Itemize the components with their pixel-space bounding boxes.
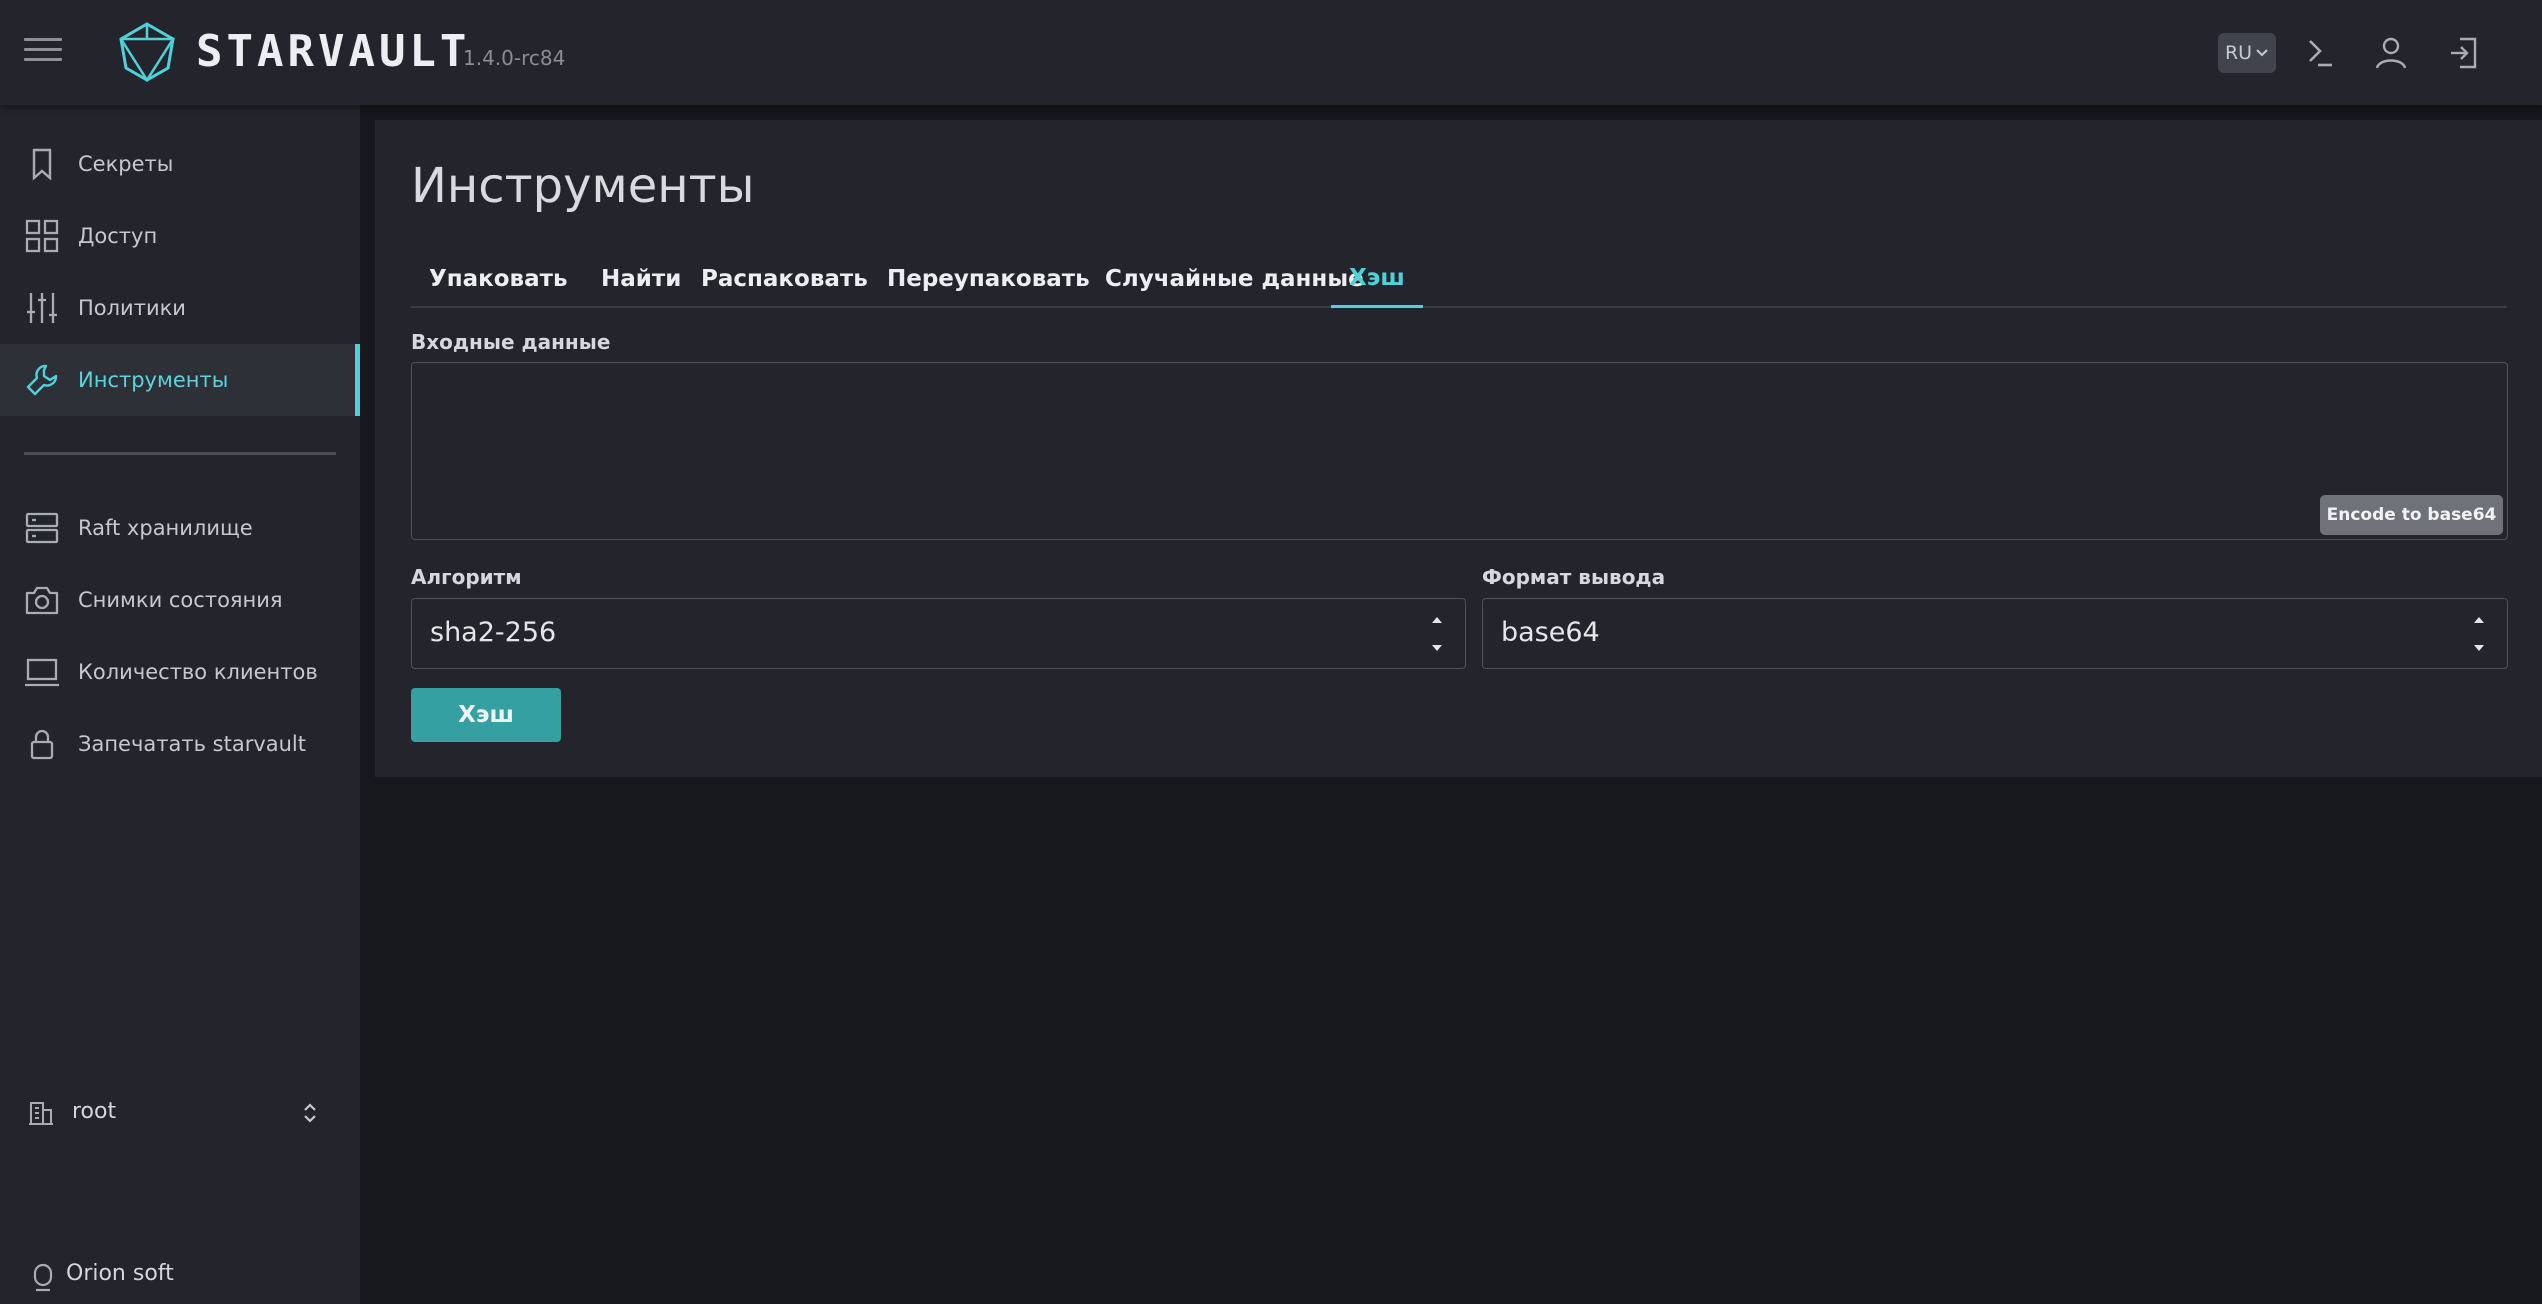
tab-wrap[interactable]: Упаковать — [411, 250, 586, 308]
sidebar-item-label: Доступ — [78, 224, 158, 248]
tools-tabs: Упаковать Найти Распаковать Переупаковат… — [411, 250, 2507, 308]
bookmark-icon — [32, 148, 52, 181]
sidebar-item-access[interactable]: Доступ — [0, 200, 360, 272]
top-bar: STARVAULT 1.4.0-rc84 RU — [0, 0, 2542, 105]
sidebar-item-seal[interactable]: Запечатать starvault — [0, 708, 360, 780]
encode-base64-button[interactable]: Encode to base64 — [2320, 495, 2503, 535]
hash-submit-button[interactable]: Хэш — [411, 688, 561, 742]
sidebar-item-label: Запечатать starvault — [78, 732, 306, 756]
org-icon — [33, 1263, 53, 1292]
chevron-updown-icon — [304, 1103, 316, 1123]
server-icon — [25, 512, 59, 544]
terminal-icon[interactable] — [2300, 33, 2340, 73]
laptop-icon — [25, 658, 59, 687]
sliders-icon — [27, 293, 57, 323]
tab-rewrap[interactable]: Переупаковать — [869, 250, 1108, 308]
logo-icon — [119, 22, 176, 82]
format-label: Формат вывода — [1482, 565, 1666, 589]
select-arrows-icon — [1432, 617, 1442, 651]
sidebar-item-label: Raft хранилище — [78, 516, 253, 540]
namespace-label: root — [72, 1099, 117, 1124]
sidebar-item-label: Снимки состояния — [78, 588, 283, 612]
tab-lookup[interactable]: Найти — [583, 250, 699, 308]
logout-icon[interactable] — [2444, 33, 2484, 73]
sidebar-item-client-count[interactable]: Количество клиентов — [0, 636, 360, 708]
wrench-icon — [26, 364, 58, 396]
language-label: RU — [2224, 42, 2253, 64]
language-selector[interactable]: RU — [2218, 33, 2276, 73]
sidebar-item-snapshots[interactable]: Снимки состояния — [0, 564, 360, 636]
sidebar-item-label: Секреты — [78, 152, 174, 176]
app-name: STARVAULT — [196, 26, 471, 77]
algorithm-select[interactable]: sha2-256 — [411, 598, 1466, 669]
tools-panel: Инструменты Упаковать Найти Распаковать … — [375, 120, 2542, 777]
sidebar-item-policies[interactable]: Политики — [0, 272, 360, 344]
tab-hash[interactable]: Хэш — [1331, 250, 1423, 308]
sidebar-item-label: Политики — [78, 296, 186, 320]
organization-label: Orion soft — [66, 1261, 174, 1286]
sidebar-item-label: Количество клиентов — [78, 660, 318, 684]
format-select[interactable]: base64 — [1482, 598, 2508, 669]
menu-icon[interactable] — [24, 38, 62, 68]
sidebar-item-tools[interactable]: Инструменты — [0, 344, 360, 416]
algorithm-label: Алгоритм — [411, 565, 522, 589]
input-label: Входные данные — [411, 330, 611, 354]
input-textarea[interactable] — [411, 362, 2508, 540]
grid-icon — [25, 219, 59, 253]
tab-unwrap[interactable]: Распаковать — [683, 250, 886, 308]
sidebar-divider — [24, 452, 336, 455]
algorithm-value: sha2-256 — [430, 617, 557, 648]
user-icon[interactable] — [2371, 33, 2411, 73]
building-icon — [29, 1102, 53, 1125]
select-arrows-icon — [2474, 617, 2484, 651]
format-value: base64 — [1501, 617, 1600, 648]
page-title: Инструменты — [411, 158, 755, 214]
chevron-down-icon — [2256, 49, 2268, 57]
sidebar-item-raft-storage[interactable]: Raft хранилище — [0, 492, 360, 564]
app-version: 1.4.0-rc84 — [463, 46, 566, 70]
lock-icon — [30, 729, 54, 760]
sidebar-item-secrets[interactable]: Секреты — [0, 128, 360, 200]
sidebar-item-label: Инструменты — [78, 368, 229, 392]
camera-icon — [25, 586, 59, 615]
